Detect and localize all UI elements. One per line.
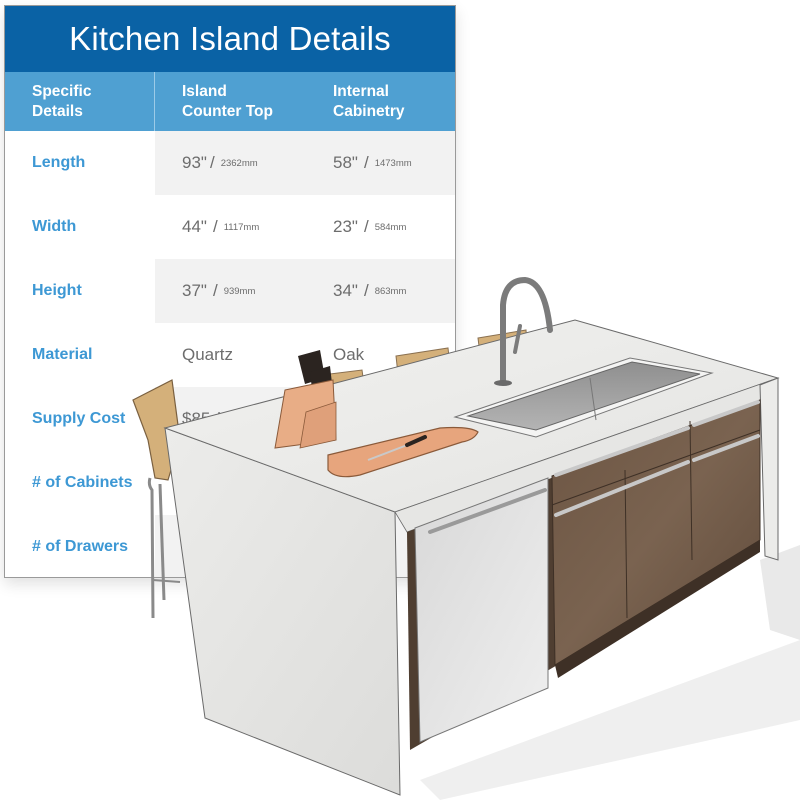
table-title: Kitchen Island Details: [5, 6, 455, 72]
row-label: Supply Cost: [5, 387, 155, 451]
row-label: Height: [5, 259, 155, 323]
header-internal-cabinetry: Internal Cabinetry: [333, 82, 405, 120]
countertop-value: 44"/1117mm: [155, 195, 306, 259]
row-label: Width: [5, 195, 155, 259]
cabinetry-value: 34"/863mm: [306, 259, 455, 323]
countertop-value: 93"/2362mm: [155, 131, 306, 195]
table-header-row: Specific Details Island Counter Top Intern…: [5, 72, 455, 131]
countertop-value: 37"/939mm: [155, 259, 306, 323]
table-row-width: Width 44"/1117mm 23"/584mm: [5, 195, 455, 259]
table-row-length: Length 93"/2362mm 58"/1473mm: [5, 131, 455, 195]
table-row-height: Height 37"/939mm 34"/863mm: [5, 259, 455, 323]
row-label: # of Cabinets: [5, 451, 155, 515]
row-label: Material: [5, 323, 155, 387]
header-island-counter-top: Island Counter Top: [182, 82, 273, 120]
countertop-value: Quartz: [155, 323, 306, 387]
cabinetry-value: 58"/1473mm: [306, 131, 455, 195]
row-label: # of Drawers: [5, 515, 155, 577]
island-right-panel: [759, 377, 779, 561]
row-label: Length: [5, 131, 155, 195]
floor-shadow-right: [760, 545, 800, 640]
cabinetry-value: 23"/584mm: [306, 195, 455, 259]
header-specific-details: Specific Details: [5, 72, 155, 131]
